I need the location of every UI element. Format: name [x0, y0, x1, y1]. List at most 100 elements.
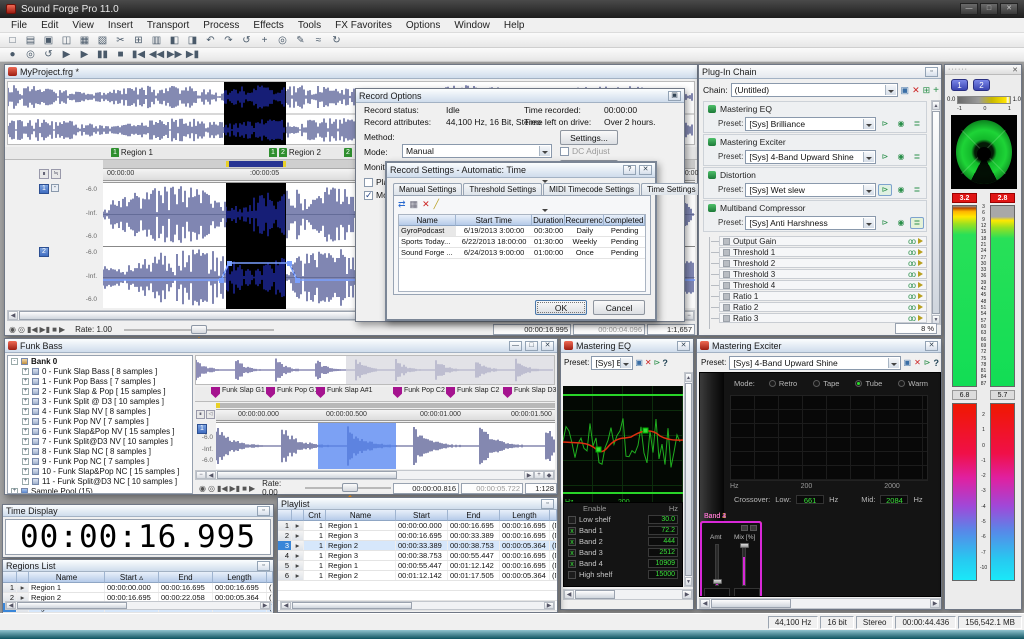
mastering-exciter-titlebar[interactable]: Mastering Exciter ✕ — [697, 339, 941, 353]
mode-radio[interactable]: Tube — [855, 379, 882, 388]
chain-combo[interactable]: (Untitled) — [731, 83, 898, 97]
show-automation-icon[interactable]: oo — [908, 270, 915, 279]
toolbar-icon[interactable]: □ — [4, 34, 21, 47]
minimize-icon[interactable]: — — [960, 3, 978, 15]
preset-combo[interactable]: [Sys] 4-Band Upward Shine — [745, 150, 876, 164]
marker-row[interactable]: Funk Slap G1 Funk Pop G1 Funk Slap A#1 F… — [195, 387, 555, 402]
rate-slider-thumb[interactable] — [191, 325, 207, 334]
play-item-icon[interactable]: ▸ — [292, 571, 304, 580]
channel-tab[interactable]: 2 — [39, 247, 49, 257]
save-preset-icon[interactable]: ▣ — [904, 358, 912, 367]
play-item-icon[interactable]: ▸ — [292, 531, 304, 540]
toolbar-icon[interactable]: ▣ — [40, 34, 57, 47]
scroll-thumb[interactable] — [217, 471, 397, 479]
param-flag-icon[interactable] — [918, 304, 923, 310]
show-automation-icon[interactable]: oo — [908, 259, 915, 268]
selection-length-readout[interactable]: 00:00:04.096 — [573, 324, 645, 335]
toolbar-icon[interactable]: ↶ — [202, 34, 219, 47]
toolbar-icon[interactable]: ▥ — [148, 34, 165, 47]
menu-item[interactable]: File — [4, 19, 34, 32]
tree-item[interactable]: + 8 - Funk Slap NC [ 8 samples ] — [8, 446, 192, 456]
toolbar-icon[interactable]: ✂ — [112, 34, 129, 47]
sample-marker[interactable]: Funk Pop C2 — [393, 387, 445, 398]
plugin-item[interactable]: Mastering EQ Preset: [Sys] Brilliance ⊳ … — [703, 101, 927, 133]
zoom-ratio-readout[interactable]: 1:128 — [525, 483, 557, 494]
eq-graph[interactable]: Hz 200 — [563, 386, 683, 514]
channel-select-button[interactable]: 2 — [973, 79, 990, 91]
zoom-out-icon[interactable]: − — [196, 471, 206, 479]
record-icon[interactable]: ◉ — [9, 325, 16, 334]
expand-icon[interactable]: + — [22, 398, 29, 405]
peak-clip-right[interactable]: 2.8 — [990, 193, 1015, 203]
param-checkbox[interactable] — [723, 249, 730, 256]
record-settings-titlebar[interactable]: Record Settings - Automatic: Time ? ✕ — [387, 163, 655, 178]
marker-flag-icon[interactable] — [211, 387, 220, 398]
tree-item[interactable]: + 6 - Funk Slap&Pop NV [ 15 samples ] — [8, 426, 192, 436]
menu-item[interactable]: Help — [497, 19, 532, 32]
tab[interactable]: Threshold Settings — [463, 183, 542, 195]
plugin-list-scrollbar[interactable]: ▲▼ — [931, 100, 941, 325]
schedule-row[interactable]: Sports Today... 6/22/2013 18:00:00 01:30… — [399, 237, 645, 248]
menu-item[interactable]: Options — [399, 19, 447, 32]
playlist-row[interactable]: 6 ▸ 1 Region 2 00:01:12.142 00:01:17.505… — [278, 571, 557, 581]
ruler-tools[interactable]: ∎ ◁ — [196, 410, 215, 419]
toolbar-icon[interactable]: ↷ — [220, 34, 237, 47]
save-preset-icon[interactable]: ▣ — [635, 358, 643, 367]
region-marker[interactable]: 1 Region 1 — [111, 148, 153, 157]
expand-icon[interactable]: + — [22, 478, 29, 485]
funk-bass-titlebar[interactable]: Funk Bass — □ ✕ — [5, 339, 557, 353]
tab[interactable]: Manual Settings — [393, 183, 462, 195]
tree-item[interactable]: + 4 - Funk Slap NV [ 8 samples ] — [8, 406, 192, 416]
routing-icon[interactable]: ⊳ — [878, 151, 892, 163]
param-checkbox[interactable] — [723, 304, 730, 311]
stop-icon[interactable]: ■ — [52, 325, 57, 334]
close-icon[interactable]: ✕ — [677, 341, 690, 351]
plugin-item[interactable]: Distortion Preset: [Sys] Wet slew ⊳ ◉ ≣ — [703, 167, 927, 199]
rate-slider[interactable] — [305, 487, 391, 489]
playlist-header[interactable]: Cnt Name Start End Length — [278, 510, 557, 521]
channel-2-controls[interactable]: 2 — [39, 247, 49, 257]
tree-item[interactable]: + 11 - Funk Split@D3 NC [ 10 samples ] — [8, 476, 192, 486]
sample-marker[interactable]: Funk Pop G1 — [266, 387, 318, 398]
zoom-in-icon[interactable]: + — [534, 471, 544, 479]
bypass-eye-icon[interactable]: ◉ — [894, 151, 908, 163]
transport-icon[interactable]: ▮▮ — [94, 48, 111, 61]
play-item-icon[interactable]: ▸ — [292, 541, 304, 550]
record-icon[interactable]: ◉ — [199, 484, 206, 493]
loop-record-icon[interactable]: ◎ — [18, 325, 25, 334]
delete-preset-icon[interactable]: ✕ — [914, 358, 921, 367]
region-marker[interactable]: 2 — [344, 148, 354, 157]
transport-icon[interactable]: ▶▮ — [184, 48, 201, 61]
bypass-eye-icon[interactable]: ◉ — [894, 217, 908, 229]
close-icon[interactable]: ✕ — [1012, 66, 1018, 74]
lock-icon[interactable]: ∎ — [39, 169, 49, 179]
go-start-icon[interactable]: ▮◀ — [27, 325, 38, 334]
play-icon[interactable]: ▶ — [249, 484, 255, 493]
marker-flag-icon[interactable] — [446, 387, 455, 398]
tree-root[interactable]: - Bank 0 — [8, 356, 192, 366]
length-readout[interactable]: 00:00:05.722 — [461, 483, 523, 494]
crossover-mid-value[interactable]: 2084 — [880, 495, 908, 504]
band-enable-checkbox[interactable]: x — [568, 538, 576, 546]
delete-schedule-icon[interactable]: ✕ — [422, 199, 430, 210]
playlist-titlebar[interactable]: Playlist ▫ — [278, 498, 557, 510]
play-region-icon[interactable]: ▸ — [17, 583, 29, 592]
transport-icon[interactable]: ▮◀ — [130, 48, 147, 61]
scroll-left-icon[interactable]: ◀ — [206, 471, 216, 479]
mode-radio[interactable]: Tape — [813, 379, 839, 388]
help-icon[interactable]: ? — [662, 358, 668, 368]
playlist-row[interactable]: 2 ▸ 1 Region 3 00:00:16.695 00:00:33.389… — [278, 531, 557, 541]
region-marker[interactable]: 2 Region 2 — [279, 148, 321, 157]
exciter-band[interactable]: Band 4 Amt Mix [%] — [700, 521, 762, 597]
param-checkbox[interactable] — [723, 282, 730, 289]
transport-icon[interactable]: ◎ — [22, 48, 39, 61]
crossover-low-value[interactable]: 661 — [796, 495, 824, 504]
schedule-row[interactable]: GyroPodcast 6/19/2013 3:00:00 00:30:00 D… — [399, 226, 645, 237]
scroll-left-icon[interactable]: ◀ — [8, 311, 18, 320]
close-icon[interactable]: ✕ — [925, 341, 938, 351]
save-chain-icon[interactable]: ▣ — [901, 85, 910, 96]
cancel-button[interactable]: Cancel — [593, 300, 645, 315]
region-marker[interactable]: 1 — [269, 148, 279, 157]
param-flag-icon[interactable] — [918, 260, 923, 266]
restore-icon[interactable]: ▫ — [257, 506, 270, 516]
